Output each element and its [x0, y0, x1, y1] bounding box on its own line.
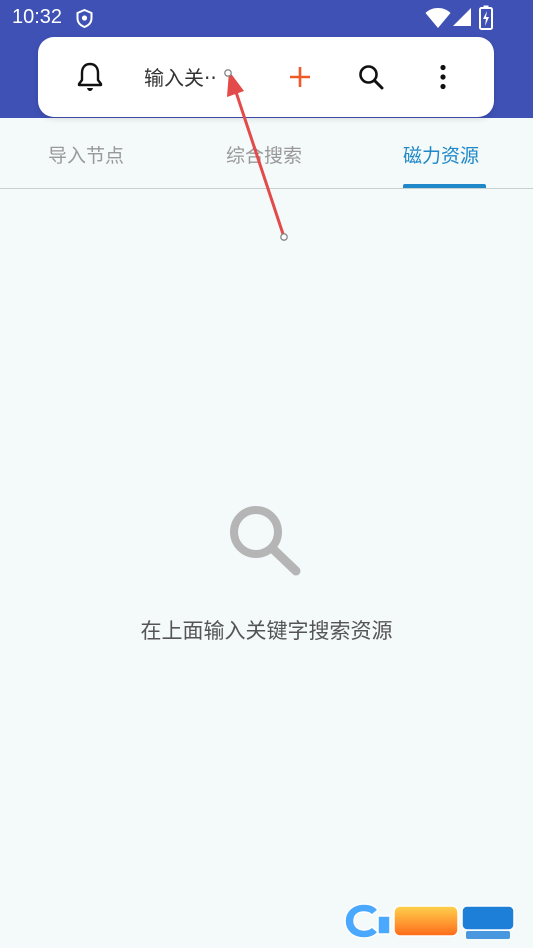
battery-icon: [479, 5, 493, 30]
tab-indicator: [403, 184, 486, 188]
bell-icon: [77, 62, 103, 91]
search-button[interactable]: [356, 61, 386, 93]
wifi-icon: [425, 8, 451, 28]
add-button[interactable]: [288, 61, 312, 93]
signal-icon: [453, 8, 471, 26]
status-time: 10:32: [12, 6, 63, 28]
empty-search-icon: [230, 506, 301, 576]
more-options-button[interactable]: [431, 61, 455, 93]
notifications-button[interactable]: [75, 61, 105, 93]
shield-icon: [76, 9, 93, 28]
tab-import-nodes[interactable]: 导入节点: [48, 141, 124, 168]
watermark-logo: [344, 903, 515, 939]
search-icon: [359, 65, 384, 90]
tab-magnet-resources[interactable]: 磁力资源: [403, 141, 479, 168]
search-bar: 输入关··: [38, 37, 494, 117]
plus-icon: [290, 67, 310, 87]
tab-combined-search[interactable]: 综合搜索: [226, 141, 302, 168]
search-query-text[interactable]: 输入关··: [144, 63, 254, 93]
more-vertical-icon: [440, 64, 446, 90]
empty-state-message: 在上面输入关键字搜索资源: [140, 619, 393, 643]
tab-bar: 导入节点 综合搜索 磁力资源: [0, 118, 533, 189]
